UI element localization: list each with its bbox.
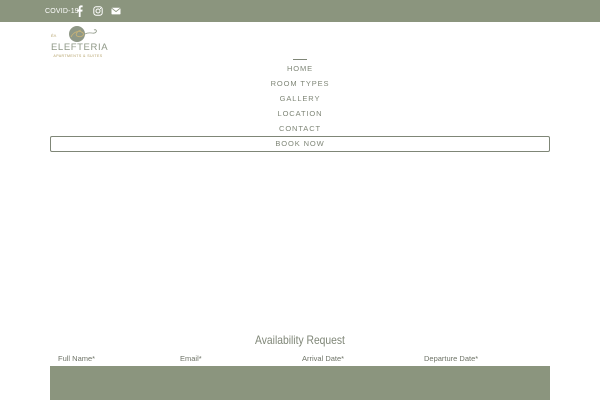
nav-active-indicator bbox=[293, 59, 307, 60]
nav-item-room-types[interactable]: ROOM TYPES bbox=[0, 79, 600, 88]
logo-subtitle: APARTMENTS & SUITES bbox=[53, 54, 103, 58]
covid-link[interactable]: COVID-19 bbox=[45, 8, 79, 15]
nav-item-home[interactable]: HOME bbox=[0, 64, 600, 73]
nav-item-location[interactable]: LOCATION bbox=[0, 109, 600, 118]
nav-item-contact[interactable]: CONTACT bbox=[0, 124, 600, 133]
svg-text:ÉΛ: ÉΛ bbox=[51, 33, 57, 38]
arrival-date-label: Arrival Date* bbox=[302, 354, 345, 363]
instagram-icon[interactable] bbox=[93, 5, 103, 17]
availability-form-panel[interactable] bbox=[50, 366, 550, 400]
top-bar: COVID-19 bbox=[0, 0, 600, 22]
book-now-button[interactable]: BOOK NOW bbox=[50, 136, 550, 152]
departure-date-label: Departure Date* bbox=[424, 354, 479, 363]
nav-item-gallery[interactable]: GALLERY bbox=[0, 94, 600, 103]
logo-name: ELEFTERIA bbox=[51, 42, 109, 53]
full-name-label: Full Name* bbox=[58, 354, 96, 363]
envelope-icon[interactable] bbox=[111, 5, 121, 17]
email-label: Email* bbox=[180, 354, 202, 363]
availability-title: Availability Request bbox=[255, 333, 345, 347]
facebook-icon[interactable] bbox=[76, 5, 83, 17]
logo[interactable]: ÉΛ ELEFTERIA APARTMENTS & SUITES bbox=[50, 25, 109, 61]
